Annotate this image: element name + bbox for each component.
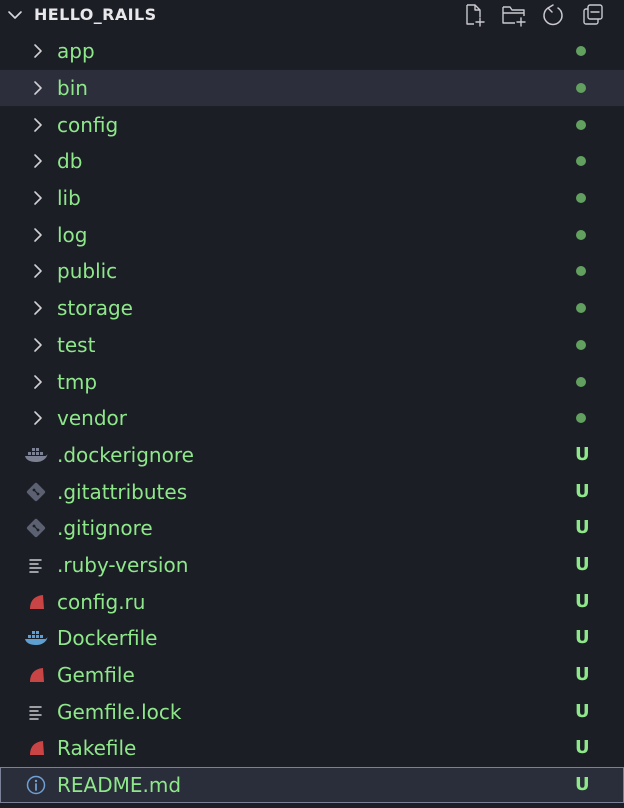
chevron-right-icon[interactable] <box>29 336 47 354</box>
docker-muted-icon <box>24 443 48 467</box>
docker-icon <box>24 626 48 650</box>
folder-item-tmp[interactable]: tmp <box>0 363 624 400</box>
item-label: lib <box>57 186 81 211</box>
file-item-rakefile[interactable]: Rakefile U <box>0 730 624 767</box>
git-status-dot <box>576 376 586 387</box>
chevron-right-icon[interactable] <box>29 373 47 391</box>
explorer-header[interactable]: HELLO_RAILS <box>0 0 624 30</box>
chevron-right-icon[interactable] <box>29 262 47 280</box>
git-status-badge: U <box>575 480 590 502</box>
git-status-dot <box>576 119 586 130</box>
item-label: Gemfile <box>57 663 135 688</box>
git-status-badge: U <box>575 627 590 649</box>
git-icon <box>24 516 48 540</box>
file-item-dot-gitignore[interactable]: .gitignore U <box>0 510 624 547</box>
ruby-icon <box>24 590 48 614</box>
chevron-right-icon[interactable] <box>29 42 47 60</box>
git-status-badge: U <box>575 664 590 686</box>
item-label: Rakefile <box>57 736 137 761</box>
file-explorer: HELLO_RAILS app bin config db lib log pu… <box>0 0 624 808</box>
ruby-icon <box>24 663 48 687</box>
chevron-right-icon[interactable] <box>29 116 47 134</box>
refresh-icon[interactable] <box>539 1 567 29</box>
git-status-dot <box>576 46 586 57</box>
text-lines-icon <box>24 553 48 577</box>
item-label: .gitattributes <box>57 479 188 504</box>
text-lines-icon <box>24 700 48 724</box>
file-item-dockerfile[interactable]: Dockerfile U <box>0 620 624 657</box>
item-label: Gemfile.lock <box>57 699 182 724</box>
folder-item-vendor[interactable]: vendor <box>0 400 624 437</box>
git-status-badge: U <box>575 700 590 722</box>
chevron-right-icon[interactable] <box>29 409 47 427</box>
ruby-icon <box>24 736 48 760</box>
folder-item-test[interactable]: test <box>0 327 624 364</box>
chevron-down-icon[interactable] <box>6 6 24 24</box>
item-label: log <box>57 222 88 247</box>
chevron-right-icon[interactable] <box>29 189 47 207</box>
file-tree: app bin config db lib log public storage test tmp… <box>0 33 624 804</box>
item-label: README.md <box>57 773 182 798</box>
new-folder-icon[interactable] <box>500 1 528 29</box>
file-item-gemfile-lock[interactable]: Gemfile.lock U <box>0 693 624 730</box>
git-status-dot <box>576 413 586 424</box>
file-item-gemfile[interactable]: Gemfile U <box>0 657 624 694</box>
item-label: test <box>57 332 96 357</box>
git-status-badge: U <box>575 443 590 465</box>
git-status-dot <box>576 156 586 167</box>
git-status-badge: U <box>575 517 590 539</box>
item-label: Dockerfile <box>57 626 158 651</box>
git-status-dot <box>576 303 586 314</box>
chevron-right-icon[interactable] <box>29 226 47 244</box>
git-status-dot <box>576 339 586 350</box>
folder-item-config[interactable]: config <box>0 106 624 143</box>
info-icon <box>24 773 48 797</box>
chevron-right-icon[interactable] <box>29 79 47 97</box>
file-item-dot-dockerignore[interactable]: .dockerignore U <box>0 437 624 474</box>
git-status-dot <box>576 193 586 204</box>
collapse-all-icon[interactable] <box>579 1 607 29</box>
item-label: config.ru <box>57 589 146 614</box>
item-label: public <box>57 259 118 284</box>
git-status-badge: U <box>575 590 590 612</box>
workspace-title: HELLO_RAILS <box>34 5 157 24</box>
git-status-badge: U <box>575 737 590 759</box>
explorer-actions <box>460 1 610 29</box>
item-label: .ruby-version <box>57 552 189 577</box>
item-label: bin <box>57 76 88 101</box>
item-label: tmp <box>57 369 98 394</box>
item-label: app <box>57 39 95 64</box>
item-label: config <box>57 112 119 137</box>
git-icon <box>24 480 48 504</box>
item-label: db <box>57 149 83 174</box>
folder-item-storage[interactable]: storage <box>0 290 624 327</box>
folder-item-public[interactable]: public <box>0 253 624 290</box>
chevron-right-icon[interactable] <box>29 152 47 170</box>
chevron-right-icon[interactable] <box>29 299 47 317</box>
item-label: .gitignore <box>57 516 153 541</box>
folder-item-db[interactable]: db <box>0 143 624 180</box>
item-label: vendor <box>57 406 127 431</box>
item-label: storage <box>57 296 133 321</box>
git-status-dot <box>576 229 586 240</box>
git-status-dot <box>576 266 586 277</box>
folder-item-bin[interactable]: bin <box>0 69 624 107</box>
git-status-dot <box>576 83 586 94</box>
item-label: .dockerignore <box>57 442 194 467</box>
folder-item-lib[interactable]: lib <box>0 180 624 217</box>
file-item-dot-ruby-version[interactable]: .ruby-version U <box>0 547 624 584</box>
file-item-dot-gitattributes[interactable]: .gitattributes U <box>0 473 624 510</box>
git-status-badge: U <box>575 774 590 796</box>
folder-item-app[interactable]: app <box>0 33 624 70</box>
new-file-icon[interactable] <box>460 1 488 29</box>
git-status-badge: U <box>575 553 590 575</box>
folder-item-log[interactable]: log <box>0 216 624 253</box>
file-item-readme-md[interactable]: README.md U <box>0 766 624 804</box>
file-item-config-ru[interactable]: config.ru U <box>0 583 624 620</box>
